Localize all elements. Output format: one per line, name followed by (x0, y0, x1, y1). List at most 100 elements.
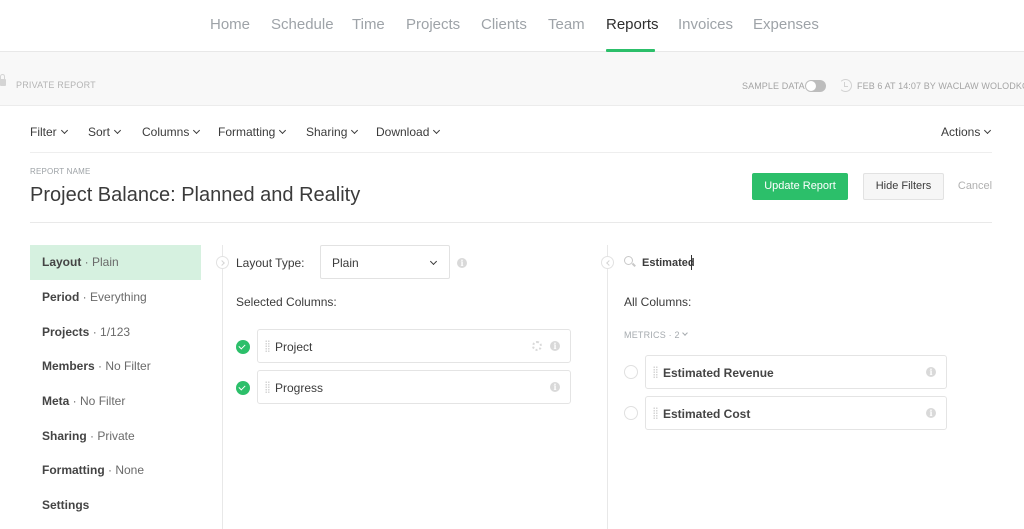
separator: · (89, 325, 101, 339)
sidebar-item-key: Sharing (42, 429, 87, 443)
sidebar-item-key: Settings (42, 498, 90, 512)
separator: · (69, 394, 81, 408)
sidebar-item-layout[interactable]: Layout · Plain (30, 245, 201, 280)
sidebar-item-key: Members (42, 359, 95, 373)
sidebar-item-formatting[interactable]: Formatting · None (30, 453, 201, 488)
info-icon[interactable]: i (550, 382, 560, 392)
drag-handle-icon[interactable] (653, 366, 658, 378)
report-name[interactable]: Project Balance: Planned and Reality (30, 184, 360, 207)
actions-menu-label: Actions (941, 125, 981, 139)
column-unchecked-icon[interactable] (624, 365, 638, 379)
sidebar-item-meta[interactable]: Meta · No Filter (30, 384, 201, 419)
toggle-knob (806, 81, 816, 91)
report-meta-bar: PRIVATE REPORT SAMPLE DATA FEB 6 AT 14:0… (0, 52, 1024, 106)
nav-invoices[interactable]: Invoices (678, 16, 733, 33)
available-column-item[interactable]: Estimated Cost i (645, 396, 947, 430)
column-unchecked-icon[interactable] (624, 406, 638, 420)
sidebar-item-projects[interactable]: Projects · 1/123 (30, 315, 201, 350)
formatting-menu[interactable]: Formatting (218, 125, 287, 139)
download-menu[interactable]: Download (376, 125, 441, 139)
chevron-right-icon[interactable] (216, 256, 229, 269)
column-divider (222, 245, 223, 529)
history-icon[interactable] (839, 79, 852, 92)
update-report-button[interactable]: Update Report (752, 173, 848, 200)
sidebar-item-key: Layout (42, 255, 82, 269)
sidebar-item-key: Period (42, 290, 80, 304)
column-name: Estimated Cost (663, 407, 751, 421)
chevron-down-icon (113, 126, 122, 135)
chevron-down-icon (984, 126, 992, 135)
drag-handle-icon[interactable] (265, 381, 270, 393)
column-name: Estimated Revenue (663, 366, 774, 380)
layout-type-select[interactable]: Plain (320, 245, 450, 279)
sidebar-item-value: Private (97, 429, 135, 443)
sort-menu-label: Sort (88, 125, 111, 139)
sort-menu[interactable]: Sort (88, 125, 122, 139)
divider (30, 222, 992, 223)
hide-filters-button[interactable]: Hide Filters (863, 173, 944, 200)
selected-column-item[interactable]: Progress i (257, 370, 571, 404)
nav-home[interactable]: Home (210, 16, 250, 33)
available-column-item[interactable]: Estimated Revenue i (645, 355, 947, 389)
column-divider (607, 245, 608, 529)
info-icon[interactable]: i (926, 367, 936, 377)
drag-handle-icon[interactable] (653, 407, 658, 419)
sidebar-item-settings[interactable]: Settings (30, 488, 201, 523)
chevron-down-icon (351, 126, 359, 135)
selected-columns-label: Selected Columns: (236, 295, 337, 309)
sharing-menu[interactable]: Sharing (306, 125, 359, 139)
report-name-label: REPORT NAME (30, 167, 91, 176)
nav-team[interactable]: Team (548, 16, 585, 33)
sidebar-item-value: Everything (90, 290, 147, 304)
filter-menu[interactable]: Filter (30, 125, 68, 139)
selected-column-item[interactable]: Project i (257, 329, 571, 363)
sidebar-item-value: No Filter (80, 394, 126, 408)
metrics-group-toggle[interactable]: METRICS · 2 (624, 330, 688, 340)
separator: · (79, 290, 91, 304)
chevron-left-icon[interactable] (601, 256, 614, 269)
separator: · (86, 429, 98, 443)
sidebar-item-members[interactable]: Members · No Filter (30, 349, 201, 384)
layout-type-value: Plain (332, 256, 359, 270)
sample-data-label: SAMPLE DATA (742, 81, 805, 91)
download-menu-label: Download (376, 125, 430, 139)
info-icon[interactable]: i (926, 408, 936, 418)
separator: · (81, 255, 93, 269)
chevron-down-icon (279, 126, 287, 135)
cancel-button[interactable]: Cancel (957, 173, 993, 200)
layout-type-label: Layout Type: (236, 256, 305, 270)
lock-icon (0, 74, 6, 86)
sidebar-item-sharing[interactable]: Sharing · Private (30, 419, 201, 454)
column-checked-icon[interactable] (236, 340, 250, 354)
column-name: Progress (275, 381, 324, 395)
sample-data-toggle[interactable] (805, 80, 826, 92)
sidebar-item-key: Projects (42, 325, 90, 339)
nav-expenses[interactable]: Expenses (753, 16, 819, 33)
actions-menu[interactable]: Actions (941, 125, 992, 139)
sharing-menu-label: Sharing (306, 125, 348, 139)
search-icon (624, 256, 633, 265)
sidebar-item-value: None (115, 463, 145, 477)
info-icon[interactable]: i (550, 341, 560, 351)
formatting-menu-label: Formatting (218, 125, 276, 139)
sidebar-item-value: No Filter (105, 359, 151, 373)
columns-menu[interactable]: Columns (142, 125, 201, 139)
column-checked-icon[interactable] (236, 381, 250, 395)
nav-reports[interactable]: Reports (606, 16, 659, 33)
nav-schedule[interactable]: Schedule (271, 16, 334, 33)
chevron-down-icon (681, 330, 688, 336)
gear-icon[interactable] (532, 341, 542, 351)
report-toolbar: Filter Sort Columns Formatting Sharing D… (30, 106, 992, 153)
sidebar-item-period[interactable]: Period · Everything (30, 280, 201, 315)
sidebar-item-key: Formatting (42, 463, 105, 477)
info-icon[interactable]: i (457, 258, 467, 268)
drag-handle-icon[interactable] (265, 340, 270, 352)
column-search-input[interactable] (642, 255, 842, 271)
separator: · (94, 359, 106, 373)
nav-projects[interactable]: Projects (406, 16, 460, 33)
nav-time[interactable]: Time (352, 16, 385, 33)
top-nav: Home Schedule Time Projects Clients Team… (0, 0, 1024, 52)
filter-menu-label: Filter (30, 125, 57, 139)
chevron-down-icon (429, 257, 438, 266)
nav-clients[interactable]: Clients (481, 16, 527, 33)
